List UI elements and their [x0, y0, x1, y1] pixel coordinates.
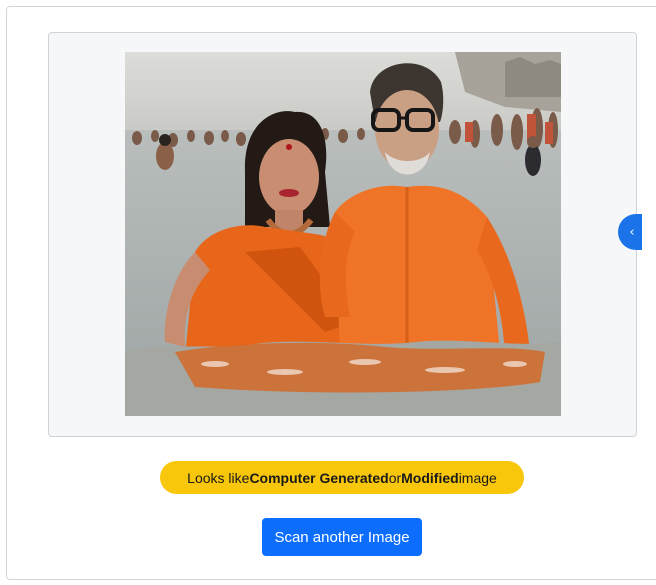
result-middle: or [388, 469, 402, 486]
result-suffix: image [458, 469, 497, 486]
result-badge: Looks like Computer Generated or Modifie… [160, 461, 524, 494]
chevron-left-icon: ‹ [629, 224, 635, 240]
result-term-modified: Modified [401, 469, 459, 486]
result-term-computer-generated: Computer Generated [249, 469, 389, 486]
scan-another-image-button[interactable]: Scan another Image [262, 518, 422, 556]
result-prefix: Looks like [187, 469, 250, 486]
scanned-image [125, 52, 561, 416]
